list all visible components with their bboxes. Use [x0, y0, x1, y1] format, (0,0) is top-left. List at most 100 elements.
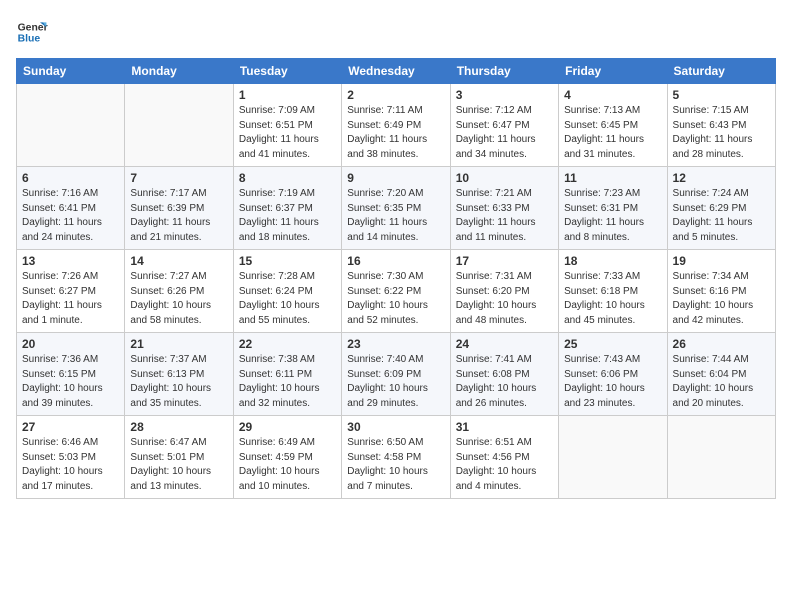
day-number: 31	[456, 420, 553, 434]
day-number: 9	[347, 171, 444, 185]
day-info: Sunrise: 7:40 AM Sunset: 6:09 PM Dayligh…	[347, 353, 444, 411]
calendar-cell	[667, 416, 775, 499]
calendar-cell: 7Sunrise: 7:17 AM Sunset: 6:39 PM Daylig…	[125, 167, 233, 250]
day-info: Sunrise: 7:34 AM Sunset: 6:16 PM Dayligh…	[673, 270, 770, 328]
day-info: Sunrise: 7:20 AM Sunset: 6:35 PM Dayligh…	[347, 187, 444, 245]
day-info: Sunrise: 6:47 AM Sunset: 5:01 PM Dayligh…	[130, 436, 227, 494]
day-number: 26	[673, 337, 770, 351]
calendar-cell: 5Sunrise: 7:15 AM Sunset: 6:43 PM Daylig…	[667, 84, 775, 167]
day-number: 1	[239, 88, 336, 102]
calendar-cell: 1 Sunrise: 7:09 AM Sunset: 6:51 PM Daylig…	[233, 84, 341, 167]
day-number: 20	[22, 337, 119, 351]
day-number: 19	[673, 254, 770, 268]
calendar-cell: 17Sunrise: 7:31 AM Sunset: 6:20 PM Dayli…	[450, 250, 558, 333]
week-row: 27 Sunrise: 6:46 AM Sunset: 5:03 PM Dayli…	[17, 416, 776, 499]
day-info: Sunrise: 7:24 AM Sunset: 6:29 PM Dayligh…	[673, 187, 770, 245]
day-info: Sunrise: 7:15 AM Sunset: 6:43 PM Dayligh…	[673, 104, 770, 162]
day-info: Sunrise: 6:49 AM Sunset: 4:59 PM Dayligh…	[239, 436, 336, 494]
calendar-cell: 12 Sunrise: 7:24 AM Sunset: 6:29 PM Dayli…	[667, 167, 775, 250]
week-row: 1 Sunrise: 7:09 AM Sunset: 6:51 PM Daylig…	[17, 84, 776, 167]
day-info: Sunrise: 7:13 AM Sunset: 6:45 PM Dayligh…	[564, 104, 661, 162]
day-number: 16	[347, 254, 444, 268]
day-number: 28	[130, 420, 227, 434]
calendar-cell: 3Sunrise: 7:12 AM Sunset: 6:47 PM Daylig…	[450, 84, 558, 167]
weekday-header: Wednesday	[342, 59, 450, 84]
calendar-cell: 29Sunrise: 6:49 AM Sunset: 4:59 PM Dayli…	[233, 416, 341, 499]
calendar-cell: 25 Sunrise: 7:43 AM Sunset: 6:06 PM Dayli…	[559, 333, 667, 416]
day-number: 22	[239, 337, 336, 351]
day-info: Sunrise: 7:38 AM Sunset: 6:11 PM Dayligh…	[239, 353, 336, 411]
calendar-cell: 11 Sunrise: 7:23 AM Sunset: 6:31 PM Dayli…	[559, 167, 667, 250]
weekday-header: Saturday	[667, 59, 775, 84]
day-number: 25	[564, 337, 661, 351]
calendar-cell: 10 Sunrise: 7:21 AM Sunset: 6:33 PM Dayli…	[450, 167, 558, 250]
day-number: 18	[564, 254, 661, 268]
week-row: 6 Sunrise: 7:16 AM Sunset: 6:41 PM Daylig…	[17, 167, 776, 250]
day-info: Sunrise: 7:27 AM Sunset: 6:26 PM Dayligh…	[130, 270, 227, 328]
calendar-cell: 14 Sunrise: 7:27 AM Sunset: 6:26 PM Dayli…	[125, 250, 233, 333]
weekday-header: Sunday	[17, 59, 125, 84]
calendar-cell: 6 Sunrise: 7:16 AM Sunset: 6:41 PM Daylig…	[17, 167, 125, 250]
calendar-cell: 18 Sunrise: 7:33 AM Sunset: 6:18 PM Dayli…	[559, 250, 667, 333]
day-info: Sunrise: 6:50 AM Sunset: 4:58 PM Dayligh…	[347, 436, 444, 494]
day-number: 13	[22, 254, 119, 268]
calendar-cell: 31 Sunrise: 6:51 AM Sunset: 4:56 PM Dayli…	[450, 416, 558, 499]
day-number: 30	[347, 420, 444, 434]
calendar-cell: 2Sunrise: 7:11 AM Sunset: 6:49 PM Daylig…	[342, 84, 450, 167]
weekday-header: Monday	[125, 59, 233, 84]
calendar-cell	[125, 84, 233, 167]
svg-text:Blue: Blue	[18, 34, 41, 45]
day-info: Sunrise: 7:33 AM Sunset: 6:18 PM Dayligh…	[564, 270, 661, 328]
day-info: Sunrise: 6:51 AM Sunset: 4:56 PM Dayligh…	[456, 436, 553, 494]
weekday-header-row: SundayMondayTuesdayWednesdayThursdayFrid…	[17, 59, 776, 84]
calendar-cell: 8 Sunrise: 7:19 AM Sunset: 6:37 PM Daylig…	[233, 167, 341, 250]
calendar-cell: 13 Sunrise: 7:26 AM Sunset: 6:27 PM Dayli…	[17, 250, 125, 333]
logo-icon: General Blue	[16, 16, 48, 48]
day-info: Sunrise: 7:12 AM Sunset: 6:47 PM Dayligh…	[456, 104, 553, 162]
day-number: 14	[130, 254, 227, 268]
day-number: 15	[239, 254, 336, 268]
weekday-header: Tuesday	[233, 59, 341, 84]
day-info: Sunrise: 7:16 AM Sunset: 6:41 PM Dayligh…	[22, 187, 119, 245]
day-info: Sunrise: 7:23 AM Sunset: 6:31 PM Dayligh…	[564, 187, 661, 245]
calendar-cell	[17, 84, 125, 167]
day-number: 11	[564, 171, 661, 185]
day-number: 23	[347, 337, 444, 351]
calendar-cell: 15 Sunrise: 7:28 AM Sunset: 6:24 PM Dayli…	[233, 250, 341, 333]
day-number: 27	[22, 420, 119, 434]
day-number: 8	[239, 171, 336, 185]
calendar-cell: 24Sunrise: 7:41 AM Sunset: 6:08 PM Dayli…	[450, 333, 558, 416]
calendar: SundayMondayTuesdayWednesdayThursdayFrid…	[16, 58, 776, 499]
day-info: Sunrise: 7:09 AM Sunset: 6:51 PM Dayligh…	[239, 104, 336, 162]
weekday-header: Friday	[559, 59, 667, 84]
day-info: Sunrise: 7:21 AM Sunset: 6:33 PM Dayligh…	[456, 187, 553, 245]
day-info: Sunrise: 7:43 AM Sunset: 6:06 PM Dayligh…	[564, 353, 661, 411]
day-info: Sunrise: 6:46 AM Sunset: 5:03 PM Dayligh…	[22, 436, 119, 494]
day-number: 21	[130, 337, 227, 351]
week-row: 13 Sunrise: 7:26 AM Sunset: 6:27 PM Dayli…	[17, 250, 776, 333]
calendar-cell: 19 Sunrise: 7:34 AM Sunset: 6:16 PM Dayli…	[667, 250, 775, 333]
day-number: 12	[673, 171, 770, 185]
day-number: 17	[456, 254, 553, 268]
day-info: Sunrise: 7:36 AM Sunset: 6:15 PM Dayligh…	[22, 353, 119, 411]
day-number: 4	[564, 88, 661, 102]
day-info: Sunrise: 7:44 AM Sunset: 6:04 PM Dayligh…	[673, 353, 770, 411]
day-info: Sunrise: 7:26 AM Sunset: 6:27 PM Dayligh…	[22, 270, 119, 328]
calendar-cell: 26 Sunrise: 7:44 AM Sunset: 6:04 PM Dayli…	[667, 333, 775, 416]
calendar-cell: 22 Sunrise: 7:38 AM Sunset: 6:11 PM Dayli…	[233, 333, 341, 416]
calendar-cell	[559, 416, 667, 499]
calendar-cell: 9 Sunrise: 7:20 AM Sunset: 6:35 PM Daylig…	[342, 167, 450, 250]
day-info: Sunrise: 7:19 AM Sunset: 6:37 PM Dayligh…	[239, 187, 336, 245]
week-row: 20 Sunrise: 7:36 AM Sunset: 6:15 PM Dayli…	[17, 333, 776, 416]
day-number: 10	[456, 171, 553, 185]
calendar-cell: 27 Sunrise: 6:46 AM Sunset: 5:03 PM Dayli…	[17, 416, 125, 499]
day-number: 6	[22, 171, 119, 185]
day-number: 2	[347, 88, 444, 102]
calendar-cell: 16Sunrise: 7:30 AM Sunset: 6:22 PM Dayli…	[342, 250, 450, 333]
day-info: Sunrise: 7:37 AM Sunset: 6:13 PM Dayligh…	[130, 353, 227, 411]
calendar-cell: 30 Sunrise: 6:50 AM Sunset: 4:58 PM Dayli…	[342, 416, 450, 499]
day-number: 7	[130, 171, 227, 185]
calendar-cell: 21 Sunrise: 7:37 AM Sunset: 6:13 PM Dayli…	[125, 333, 233, 416]
calendar-cell: 23 Sunrise: 7:40 AM Sunset: 6:09 PM Dayli…	[342, 333, 450, 416]
day-info: Sunrise: 7:28 AM Sunset: 6:24 PM Dayligh…	[239, 270, 336, 328]
